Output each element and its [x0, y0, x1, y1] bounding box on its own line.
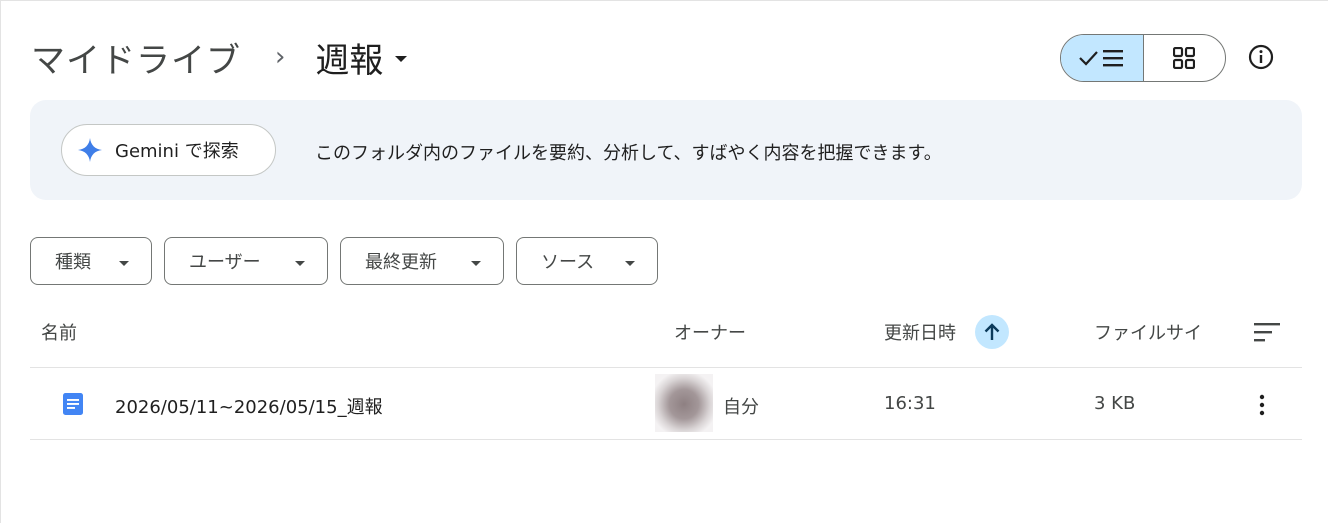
gemini-explore-button[interactable]: Gemini で探索 — [61, 124, 276, 176]
filter-user-label: ユーザー — [189, 252, 261, 273]
more-actions-button[interactable] — [1249, 387, 1275, 423]
breadcrumb-current-folder[interactable]: 週報 — [315, 33, 408, 82]
info-button[interactable] — [1241, 37, 1281, 77]
grid-icon — [1173, 47, 1196, 69]
caret-down-icon — [395, 56, 408, 62]
info-icon — [1248, 44, 1274, 70]
check-list-icon — [1078, 50, 1123, 67]
file-modified-time: 16:31 — [884, 393, 936, 414]
view-toggle — [1060, 34, 1226, 82]
arrow-up-icon — [984, 323, 1000, 340]
caret-down-icon — [119, 260, 129, 266]
column-header-modified[interactable]: 更新日時 — [884, 319, 956, 345]
caret-down-icon — [295, 260, 305, 266]
filter-source-label: ソース — [541, 252, 595, 273]
filter-source-chip[interactable]: ソース — [516, 237, 658, 285]
row-divider — [30, 439, 1302, 440]
breadcrumb: マイドライブ › 週報 — [31, 33, 408, 82]
current-folder-label: 週報 — [315, 40, 384, 81]
column-header-size[interactable]: ファイルサイ — [1094, 319, 1202, 345]
filter-modified-label: 最終更新 — [365, 252, 437, 273]
google-docs-icon — [63, 393, 83, 415]
filter-type-label: 種類 — [55, 252, 91, 273]
avatar — [655, 374, 713, 432]
gemini-button-label: Gemini で探索 — [115, 141, 239, 162]
banner-description: このフォルダ内のファイルを要約、分析して、すばやく内容を把握できます。 — [315, 143, 942, 164]
column-header-owner[interactable]: オーナー — [674, 319, 746, 345]
sort-options-button[interactable] — [1249, 317, 1285, 347]
filter-modified-chip[interactable]: 最終更新 — [340, 237, 504, 285]
list-view-button[interactable] — [1061, 35, 1144, 81]
filter-type-chip[interactable]: 種類 — [30, 237, 152, 285]
caret-down-icon — [471, 260, 481, 266]
caret-down-icon — [625, 260, 635, 266]
breadcrumb-my-drive[interactable]: マイドライブ — [31, 33, 241, 82]
column-header-name[interactable]: 名前 — [41, 319, 77, 345]
gemini-sparkle-icon — [78, 138, 102, 162]
file-owner: 自分 — [723, 397, 759, 418]
filter-user-chip[interactable]: ユーザー — [164, 237, 328, 285]
file-name[interactable]: 2026/05/11~2026/05/15_週報 — [115, 393, 383, 419]
more-vert-icon — [1259, 394, 1265, 416]
breadcrumb-separator-icon: › — [275, 42, 286, 72]
file-size: 3 KB — [1094, 393, 1136, 414]
sort-lines-icon — [1254, 323, 1280, 342]
grid-view-button[interactable] — [1144, 35, 1226, 81]
sort-direction-button[interactable] — [975, 315, 1009, 349]
